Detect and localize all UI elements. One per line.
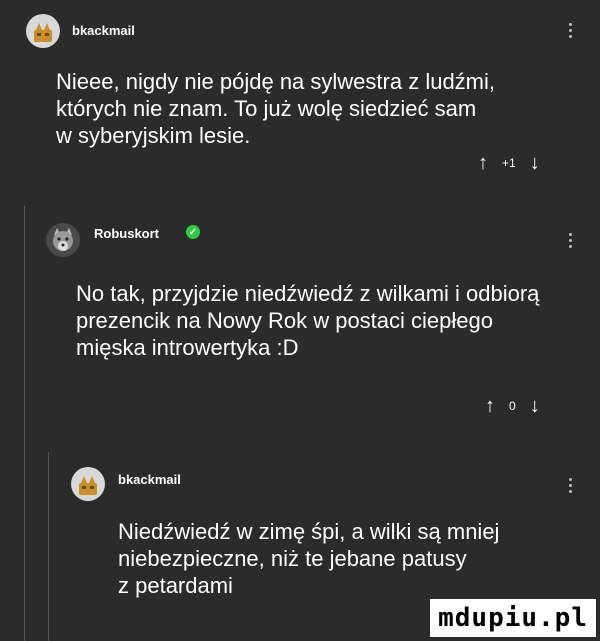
comment-2: Robuskort ✓ No tak, przyjdzie niedźwiedź… <box>0 200 600 430</box>
downvote-icon[interactable]: ↓ <box>530 396 540 416</box>
wolf-avatar-icon[interactable] <box>46 223 80 257</box>
vote-controls: ↑ 0 ↓ <box>485 396 540 416</box>
comment-username[interactable]: bkackmail <box>72 23 135 38</box>
comment-line: No tak, przyjdzie niedźwiedź z wilkami i… <box>76 281 540 306</box>
comment-body: No tak, przyjdzie niedźwiedź z wilkami i… <box>76 280 596 361</box>
comment-line: niebezpieczne, niż te jebane patusy <box>118 546 467 571</box>
vote-controls: ↑ +1 ↓ <box>478 153 540 173</box>
comment-line: w syberyjskim lesie. <box>56 123 251 148</box>
comment-line: z petardami <box>118 573 233 598</box>
verified-badge-icon: ✓ <box>186 225 200 239</box>
downvote-icon[interactable]: ↓ <box>530 153 540 173</box>
comment-body: Nieee, nigdy nie pójdę na sylwestra z lu… <box>56 68 586 149</box>
more-options-icon[interactable] <box>567 478 573 493</box>
comment-line: których nie znam. To już wolę siedzieć s… <box>56 96 477 121</box>
cat-avatar-icon[interactable] <box>71 467 105 501</box>
comment-1: bkackmail Nieee, nigdy nie pójdę na sylw… <box>0 0 600 200</box>
watermark-logo: mdupiu.pl <box>430 599 596 637</box>
comment-body: Niedźwiedź w zimę śpi, a wilki są mniej … <box>118 518 588 599</box>
comment-line: Nieee, nigdy nie pójdę na sylwestra z lu… <box>56 69 496 94</box>
vote-score: +1 <box>502 156 516 170</box>
cat-avatar-icon[interactable] <box>26 14 60 48</box>
more-options-icon[interactable] <box>567 23 573 38</box>
comment-username[interactable]: Robuskort <box>94 226 159 241</box>
comment-line: Niedźwiedź w zimę śpi, a wilki są mniej <box>118 519 500 544</box>
upvote-icon[interactable]: ↑ <box>478 153 488 173</box>
comment-username[interactable]: bkackmail <box>118 472 181 487</box>
more-options-icon[interactable] <box>567 233 573 248</box>
upvote-icon[interactable]: ↑ <box>485 396 495 416</box>
comment-line: prezencik na Nowy Rok w postaci ciepłego <box>76 308 493 333</box>
vote-score: 0 <box>509 399 516 413</box>
comment-line: mięska introwertyka :D <box>76 335 299 360</box>
